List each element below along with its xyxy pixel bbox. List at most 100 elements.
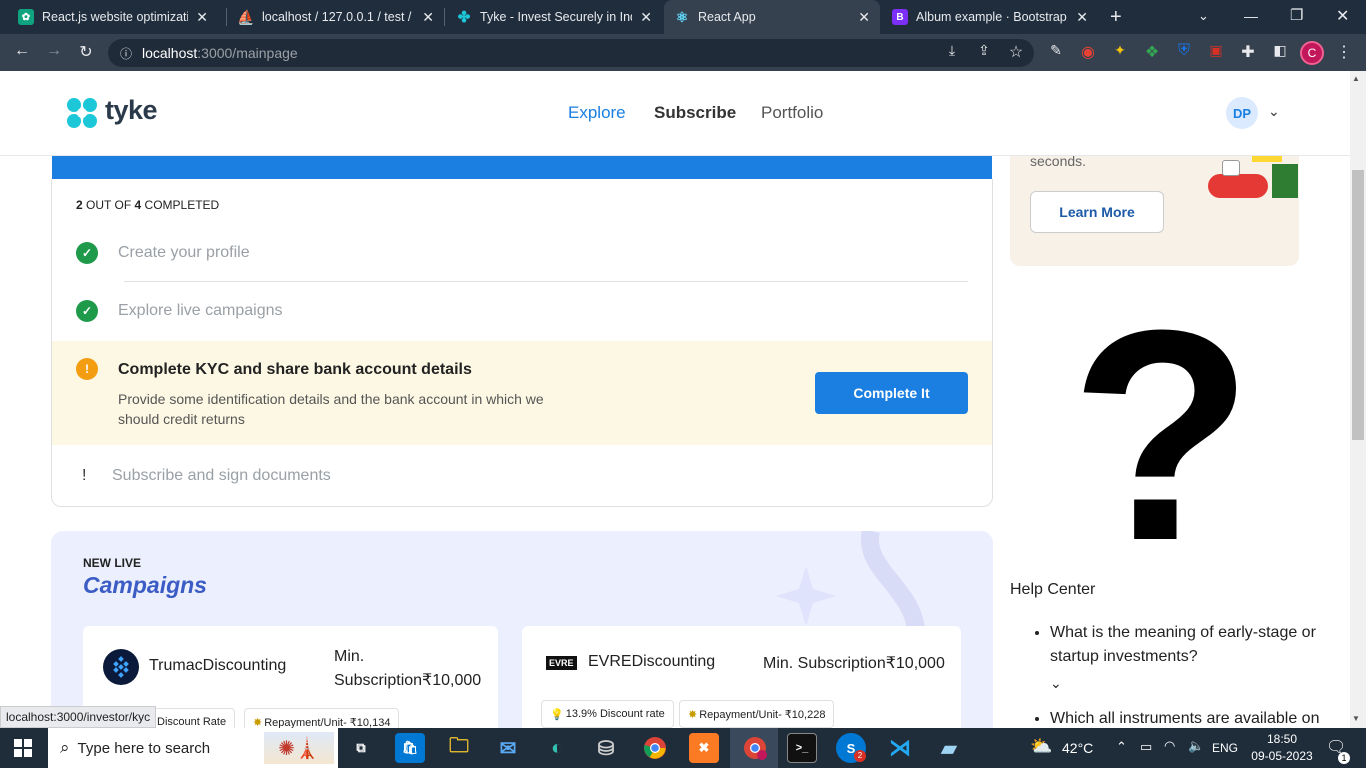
step-explore-campaigns[interactable]: Explore live campaigns [118, 302, 283, 320]
close-icon[interactable]: ✕ [858, 9, 870, 26]
minimize-icon[interactable]: — [1244, 8, 1258, 24]
progress-banner-bar [52, 156, 992, 179]
evre-logo: EVRE [546, 656, 577, 670]
mail-icon[interactable]: ✉ [493, 733, 523, 763]
chrome-profile-icon[interactable] [740, 733, 770, 763]
nav-subscribe[interactable]: Subscribe [654, 103, 736, 123]
chatgpt-icon: ✿ [18, 9, 34, 25]
phpmyadmin-icon: ⛵ [237, 8, 255, 25]
promo-illustration [1208, 156, 1298, 200]
restore-icon[interactable]: ❐ [1290, 6, 1303, 24]
faq-item[interactable]: What is the meaning of early-stage or st… [1050, 621, 1320, 695]
clock-time[interactable]: 18:50 [1264, 732, 1300, 746]
reload-icon[interactable]: ↻ [76, 42, 96, 62]
complete-it-button[interactable]: Complete It [815, 372, 968, 414]
nav-portfolio[interactable]: Portfolio [761, 103, 823, 123]
react-icon: ⚛ [675, 8, 689, 25]
store-icon[interactable]: 🛍 [395, 733, 425, 763]
scroll-down-icon[interactable]: ▼ [1352, 714, 1360, 723]
file-explorer-icon[interactable]: 🗀 [444, 733, 474, 763]
help-center-title: Help Center [1010, 581, 1096, 598]
sidepanel-icon[interactable]: ◧ [1270, 42, 1290, 59]
check-icon: ✓ [76, 242, 98, 264]
taskbar-search-box[interactable]: ⌕ Type here to search ✺🗼 [48, 728, 338, 768]
tyke-icon: ✤ [457, 9, 471, 26]
link-status-bar: localhost:3000/investor/kyc [0, 706, 157, 728]
tab-search-chevron-icon[interactable]: ⌄ [1198, 8, 1209, 24]
question-mark-illustration: ? [1070, 267, 1254, 603]
campaigns-eyebrow: NEW LIVE [83, 556, 142, 570]
step-divider [124, 281, 968, 282]
windows-start-icon[interactable] [14, 739, 32, 757]
address-bar[interactable]: ⓘ localhost:3000/mainpage [108, 39, 1034, 67]
logo-wordmark[interactable]: tyke [105, 95, 158, 126]
lightbulb-extension-icon[interactable]: ✦ [1110, 42, 1130, 59]
bookmark-star-icon[interactable]: ☆ [1006, 42, 1026, 62]
scrollbar-thumb[interactable] [1352, 170, 1364, 440]
chevron-down-icon[interactable]: ⌄ [1268, 103, 1280, 120]
user-avatar[interactable]: DP [1226, 97, 1258, 129]
palette-extension-icon[interactable]: ❖ [1142, 42, 1162, 62]
terminal-icon[interactable]: >_ [787, 733, 817, 763]
close-icon[interactable]: ✕ [1076, 9, 1088, 26]
wifi-icon[interactable]: ◠ [1164, 738, 1175, 754]
chrome-menu-icon[interactable]: ⋮ [1334, 42, 1354, 62]
language-indicator[interactable]: ENG [1212, 741, 1238, 755]
close-icon[interactable]: ✕ [196, 9, 208, 26]
database-icon[interactable]: ⛁ [591, 733, 621, 763]
kyc-step-description: Provide some identification details and … [118, 391, 544, 427]
campaigns-title: Campaigns [83, 572, 207, 598]
tyke-logo-icon[interactable] [66, 97, 98, 129]
clock-date[interactable]: 09-05-2023 [1248, 749, 1316, 763]
repayment-tag: ✸ Repayment/Unit- ₹10,228 [679, 700, 835, 728]
step-create-profile[interactable]: Create your profile [118, 244, 250, 262]
puzzle-extensions-icon[interactable]: ✚ [1238, 42, 1258, 62]
forward-arrow-icon[interactable]: → [44, 42, 64, 60]
weather-icon[interactable]: ⛅ [1030, 736, 1052, 757]
browser-tab-5[interactable]: B Album example · Bootstrap v ✕ [882, 0, 1098, 34]
browser-tab-3[interactable]: ✤ Tyke - Invest Securely in India ✕ [446, 0, 662, 34]
vscode-icon[interactable]: ⋊ [885, 733, 915, 763]
temperature[interactable]: 42°C [1062, 740, 1093, 756]
task-view-icon[interactable]: ⧉ [346, 733, 376, 763]
edge-icon[interactable]: ◐ [542, 733, 572, 763]
url-host: localhost [142, 45, 198, 61]
chrome-icon[interactable] [640, 733, 670, 763]
printer-extension-icon[interactable]: ▣ [1206, 42, 1226, 59]
colorzilla-extension-icon[interactable]: ◉ [1078, 42, 1098, 62]
search-icon: ⌕ [60, 738, 70, 757]
browser-tab-active[interactable]: ⚛ React App ✕ [664, 0, 880, 34]
profile-avatar[interactable]: C [1300, 41, 1324, 65]
min-subscription: Min. Subscription₹10,000 [763, 655, 945, 672]
window-close-icon[interactable]: ✕ [1336, 6, 1349, 26]
speaker-icon[interactable]: 🔈 [1188, 738, 1204, 754]
new-tab-icon[interactable]: + [1110, 6, 1122, 29]
chevron-up-icon[interactable]: ⌃ [1116, 739, 1127, 755]
url-path: :3000/mainpage [197, 45, 298, 61]
discount-rate-tag: 💡 13.9% Discount rate [541, 700, 674, 728]
check-icon: ✓ [76, 300, 98, 322]
xampp-icon[interactable]: ✖ [689, 733, 719, 763]
tab-divider [444, 8, 445, 26]
share-icon[interactable]: ⇪ [974, 42, 994, 59]
warning-icon: ! [76, 358, 98, 380]
badge-star-icon: ✸ [688, 708, 698, 721]
notification-count: 1 [1338, 752, 1350, 764]
skype-badge: 2 [854, 750, 866, 762]
shield-extension-icon[interactable]: ⛨ [1174, 42, 1194, 60]
network-icon[interactable]: ▭ [1140, 739, 1152, 755]
install-app-icon[interactable]: ⤓ [942, 42, 962, 59]
close-icon[interactable]: ✕ [422, 9, 434, 26]
browser-tab-2[interactable]: ⛵ localhost / 127.0.0.1 / test / u ✕ [228, 0, 444, 34]
search-placeholder: Type here to search [77, 739, 211, 757]
search-highlight-image: ✺🗼 [264, 732, 334, 764]
scroll-up-icon[interactable]: ▲ [1352, 74, 1360, 83]
notepad-icon[interactable]: ▰ [934, 733, 964, 763]
eyedropper-extension-icon[interactable]: ✎ [1046, 42, 1066, 59]
browser-tab-1[interactable]: ✿ React.js website optimization ✕ [8, 0, 218, 34]
nav-explore[interactable]: Explore [568, 103, 626, 123]
learn-more-button[interactable]: Learn More [1030, 191, 1164, 233]
close-icon[interactable]: ✕ [640, 9, 652, 26]
step-subscribe-sign[interactable]: Subscribe and sign documents [112, 467, 331, 485]
back-arrow-icon[interactable]: ← [12, 42, 32, 60]
